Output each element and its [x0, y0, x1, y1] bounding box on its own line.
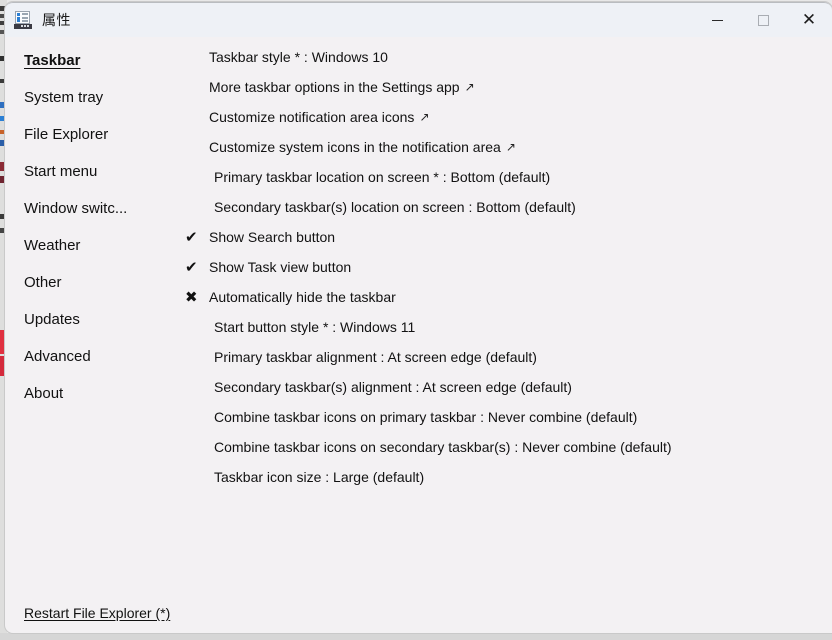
- setting-label: Start button style * : Windows 11: [214, 319, 416, 335]
- properties-window: 属性 ✕ Taskbar System tray File Explorer Star…: [5, 2, 832, 633]
- sidebar-item-label: Updates: [24, 311, 80, 328]
- window-body: Taskbar System tray File Explorer Start men…: [5, 37, 832, 633]
- sidebar-nav: Taskbar System tray File Explorer Start men…: [5, 37, 180, 633]
- title-bar: 属性 ✕: [5, 2, 832, 37]
- setting-row[interactable]: More taskbar options in the Settings app…: [180, 72, 832, 102]
- setting-row[interactable]: Secondary taskbar(s) alignment : At scre…: [180, 372, 832, 402]
- check-icon[interactable]: ✔: [185, 259, 209, 275]
- setting-row[interactable]: ✔ Show Search button: [180, 222, 832, 252]
- setting-row[interactable]: Primary taskbar alignment : At screen ed…: [180, 342, 832, 372]
- external-link-arrow-icon[interactable]: ↗: [419, 110, 429, 124]
- setting-label: Customize system icons in the notificati…: [209, 139, 501, 155]
- sidebar-item-weather[interactable]: Weather: [5, 227, 180, 264]
- restart-file-explorer-link[interactable]: Restart File Explorer (*): [24, 605, 170, 621]
- sidebar-item-label: System tray: [24, 89, 104, 106]
- close-button[interactable]: ✕: [786, 3, 832, 37]
- setting-row[interactable]: Combine taskbar icons on primary taskbar…: [180, 402, 832, 432]
- setting-row[interactable]: ✔ Show Task view button: [180, 252, 832, 282]
- setting-label: Secondary taskbar(s) alignment : At scre…: [214, 379, 572, 395]
- setting-row[interactable]: Taskbar style * : Windows 10: [180, 42, 832, 72]
- taskbar-properties-icon: [14, 11, 32, 29]
- setting-label: Primary taskbar alignment : At screen ed…: [214, 349, 537, 365]
- setting-label: Combine taskbar icons on secondary taskb…: [214, 439, 672, 455]
- setting-row[interactable]: ✖ Automatically hide the taskbar: [180, 282, 832, 312]
- sidebar-item-label: Other: [24, 274, 62, 291]
- sidebar-item-about[interactable]: About: [5, 375, 180, 412]
- setting-label: More taskbar options in the Settings app: [209, 79, 460, 95]
- sidebar-item-label: Taskbar: [24, 52, 81, 69]
- sidebar-item-other[interactable]: Other: [5, 264, 180, 301]
- setting-row[interactable]: Customize notification area icons ↗: [180, 102, 832, 132]
- sidebar-item-file-explorer[interactable]: File Explorer: [5, 116, 180, 153]
- setting-label: Secondary taskbar(s) location on screen …: [214, 199, 576, 215]
- setting-label: Customize notification area icons: [209, 109, 415, 125]
- setting-label: Show Search button: [209, 229, 336, 245]
- setting-row[interactable]: Primary taskbar location on screen * : B…: [180, 162, 832, 192]
- sidebar-item-advanced[interactable]: Advanced: [5, 338, 180, 375]
- setting-row[interactable]: Start button style * : Windows 11: [180, 312, 832, 342]
- minimize-button[interactable]: [694, 3, 740, 37]
- external-link-arrow-icon[interactable]: ↗: [506, 140, 516, 154]
- minimize-icon: [711, 19, 723, 21]
- sidebar-item-taskbar[interactable]: Taskbar: [5, 42, 180, 79]
- sidebar-item-label: Advanced: [24, 348, 91, 365]
- settings-list: Taskbar style * : Windows 10 More taskbar…: [180, 37, 832, 633]
- cross-icon[interactable]: ✖: [185, 289, 209, 305]
- setting-label: Automatically hide the taskbar: [209, 289, 396, 305]
- sidebar-item-updates[interactable]: Updates: [5, 301, 180, 338]
- sidebar-item-label: About: [24, 385, 64, 402]
- sidebar-item-label: Start menu: [24, 163, 98, 180]
- setting-row[interactable]: Combine taskbar icons on secondary taskb…: [180, 432, 832, 462]
- setting-label: Show Task view button: [209, 259, 352, 275]
- check-icon[interactable]: ✔: [185, 229, 209, 245]
- maximize-button[interactable]: [740, 3, 786, 37]
- setting-label: Primary taskbar location on screen * : B…: [214, 169, 551, 185]
- sidebar-item-label: Weather: [24, 237, 81, 254]
- maximize-icon: [757, 14, 769, 26]
- sidebar-item-start-menu[interactable]: Start menu: [5, 153, 180, 190]
- window-title: 属性: [42, 12, 71, 28]
- sidebar-item-label: File Explorer: [24, 126, 109, 143]
- sidebar-item-label: Window switc...: [24, 200, 128, 217]
- setting-row[interactable]: Taskbar icon size : Large (default): [180, 462, 832, 492]
- sidebar-item-window-switc[interactable]: Window switc...: [5, 190, 180, 227]
- close-icon: ✕: [801, 9, 817, 30]
- setting-row[interactable]: Secondary taskbar(s) location on screen …: [180, 192, 832, 222]
- setting-row[interactable]: Customize system icons in the notificati…: [180, 132, 832, 162]
- setting-label: Combine taskbar icons on primary taskbar…: [214, 409, 638, 425]
- setting-label: Taskbar icon size : Large (default): [214, 469, 425, 485]
- external-link-arrow-icon[interactable]: ↗: [465, 80, 475, 94]
- footer: Restart File Explorer (*): [24, 605, 170, 621]
- setting-label: Taskbar style * : Windows 10: [209, 49, 388, 65]
- sidebar-item-system-tray[interactable]: System tray: [5, 79, 180, 116]
- window-controls: ✕: [694, 3, 832, 37]
- background-window-bottom: [0, 633, 832, 640]
